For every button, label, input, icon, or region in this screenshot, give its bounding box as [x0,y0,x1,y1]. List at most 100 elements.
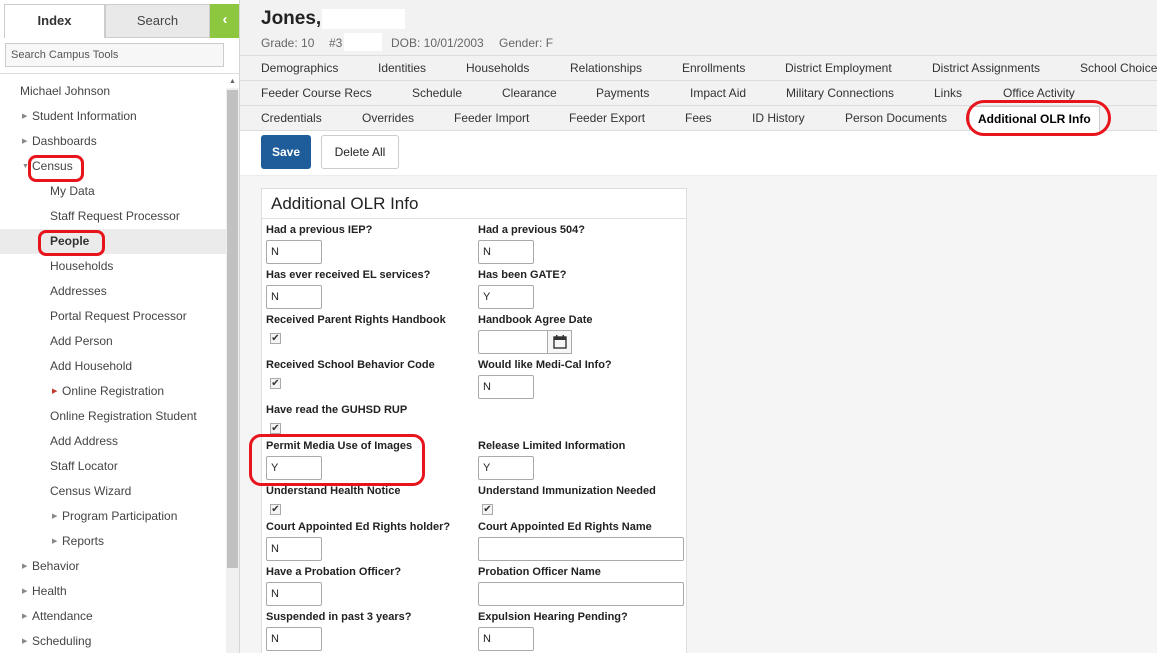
app-window: Index Search ‹ Michael Johnson ▶ Student … [0,0,1157,653]
el-services-label: Has ever received EL services? [266,269,431,281]
tab-credentials[interactable]: Credentials [261,106,322,131]
parent-rights-checkbox[interactable]: ✔ [270,333,281,344]
tab-search[interactable]: Search [105,4,210,38]
probation-officer-label: Have a Probation Officer? [266,566,402,578]
tree-item-label: Online Registration [62,384,165,398]
tree-item-add-address[interactable]: Add Address [50,429,118,454]
sidebar: Index Search ‹ Michael Johnson ▶ Student … [0,0,240,653]
action-toolbar: Save Delete All [240,131,1157,176]
medi-cal-input[interactable] [478,375,534,399]
student-header: Jones, Grade: 10 #3 DOB: 10/01/2003 Gend… [240,0,1157,56]
save-button[interactable]: Save [261,135,311,169]
tab-feeder-course-recs[interactable]: Feeder Course Recs [261,81,372,106]
tree-item-attendance[interactable]: ▶ Attendance [22,604,93,629]
expulsion-input[interactable] [478,627,534,651]
grade-label: Grade: 10 [261,36,315,50]
tab-overrides[interactable]: Overrides [362,106,414,131]
student-id-label: #3 [329,36,343,50]
calendar-icon[interactable] [548,330,572,354]
tree-item-health[interactable]: ▶ Health [22,579,67,604]
tab-person-documents[interactable]: Person Documents [845,106,947,131]
tab-additional-olr-info[interactable]: Additional OLR Info [969,106,1100,132]
tree-item-people[interactable]: People [0,229,226,254]
search-bar [0,38,239,74]
tab-office-activity[interactable]: Office Activity [1003,81,1075,106]
health-notice-label: Understand Health Notice [266,485,401,497]
tree-item-add-household[interactable]: Add Household [50,354,132,379]
tab-households[interactable]: Households [466,56,529,81]
guhsd-rup-checkbox[interactable]: ✔ [270,423,281,434]
gate-input[interactable] [478,285,534,309]
behavior-code-checkbox[interactable]: ✔ [270,378,281,389]
tree-item-add-person[interactable]: Add Person [50,329,113,354]
tree-item-addresses[interactable]: Addresses [50,279,107,304]
prev-iep-input[interactable] [266,240,322,264]
tree-item-my-data[interactable]: My Data [50,179,95,204]
health-notice-checkbox[interactable]: ✔ [270,504,281,515]
suspended-input[interactable] [266,627,322,651]
tab-identities[interactable]: Identities [378,56,426,81]
tree-item-scheduling[interactable]: ▶ Scheduling [22,629,91,653]
sidebar-tabs: Index Search ‹ [0,0,239,38]
tree-item-behavior[interactable]: ▶ Behavior [22,554,79,579]
media-images-input[interactable] [266,456,322,480]
tab-index[interactable]: Index [4,4,105,38]
release-limited-input[interactable] [478,456,534,480]
tree-item-label: Reports [62,534,105,548]
search-campus-tools-input[interactable] [5,43,224,67]
tab-impact-aid[interactable]: Impact Aid [690,81,746,106]
delete-all-button[interactable]: Delete All [321,135,399,169]
tree-item-student-information[interactable]: ▶ Student Information [22,104,137,129]
tree-item-label: Attendance [32,609,93,623]
caret-right-icon: ▶ [22,563,28,571]
redacted-name-block [322,9,405,29]
tab-enrollments[interactable]: Enrollments [682,56,745,81]
probation-name-input[interactable] [478,582,684,606]
immunization-checkbox[interactable]: ✔ [482,504,493,515]
probation-officer-input[interactable] [266,582,322,606]
tree-item-program-participation[interactable]: ▶ Program Participation [52,504,177,529]
parent-rights-label: Received Parent Rights Handbook [266,314,446,326]
ed-rights-name-input[interactable] [478,537,684,561]
sidebar-scrollbar[interactable] [226,88,239,653]
tab-payments[interactable]: Payments [596,81,649,106]
tab-military-connections[interactable]: Military Connections [786,81,894,106]
tree-item-staff-request-processor[interactable]: Staff Request Processor [50,204,180,229]
tree-item-census[interactable]: ▼ Census [22,154,73,179]
tab-district-employment[interactable]: District Employment [785,56,892,81]
tree-item-online-registration-student[interactable]: Online Registration Student [50,404,197,429]
tab-schedule[interactable]: Schedule [412,81,462,106]
tab-district-assignments[interactable]: District Assignments [932,56,1040,81]
tree-item-dashboards[interactable]: ▶ Dashboards [22,129,97,154]
probation-name-label: Probation Officer Name [478,566,601,578]
tab-feeder-import[interactable]: Feeder Import [454,106,529,131]
prev-504-input[interactable] [478,240,534,264]
tree-item-reports[interactable]: ▶ Reports [52,529,104,554]
tab-school-choice[interactable]: School Choice [1080,56,1157,81]
ed-rights-holder-label: Court Appointed Ed Rights holder? [266,521,451,533]
tree-item-census-wizard[interactable]: Census Wizard [50,479,131,504]
main-content: Jones, Grade: 10 #3 DOB: 10/01/2003 Gend… [240,0,1157,653]
scrollbar-thumb[interactable] [227,90,238,568]
tree-item-label: Student Information [32,109,137,123]
tab-feeder-export[interactable]: Feeder Export [569,106,645,131]
tab-id-history[interactable]: ID History [752,106,805,131]
handbook-date-input[interactable] [478,330,548,354]
tab-row-1: Demographics Identities Households Relat… [240,56,1157,81]
tab-links[interactable]: Links [934,81,962,106]
tab-clearance[interactable]: Clearance [502,81,557,106]
tree-item-online-registration[interactable]: ▶ Online Registration [52,379,164,404]
tree-item-households[interactable]: Households [50,254,113,279]
tree-item-staff-locator[interactable]: Staff Locator [50,454,118,479]
collapse-sidebar-button[interactable]: ‹ [210,4,239,38]
tab-fees[interactable]: Fees [685,106,712,131]
caret-down-icon: ▼ [22,163,29,171]
tab-relationships[interactable]: Relationships [570,56,642,81]
tree-item-portal-request-processor[interactable]: Portal Request Processor [50,304,187,329]
caret-right-icon: ▶ [22,138,28,146]
chevron-left-icon: ‹ [222,11,228,28]
el-services-input[interactable] [266,285,322,309]
ed-rights-holder-input[interactable] [266,537,322,561]
scroll-up-arrow-icon[interactable]: ▲ [226,76,239,88]
tab-demographics[interactable]: Demographics [261,56,338,81]
